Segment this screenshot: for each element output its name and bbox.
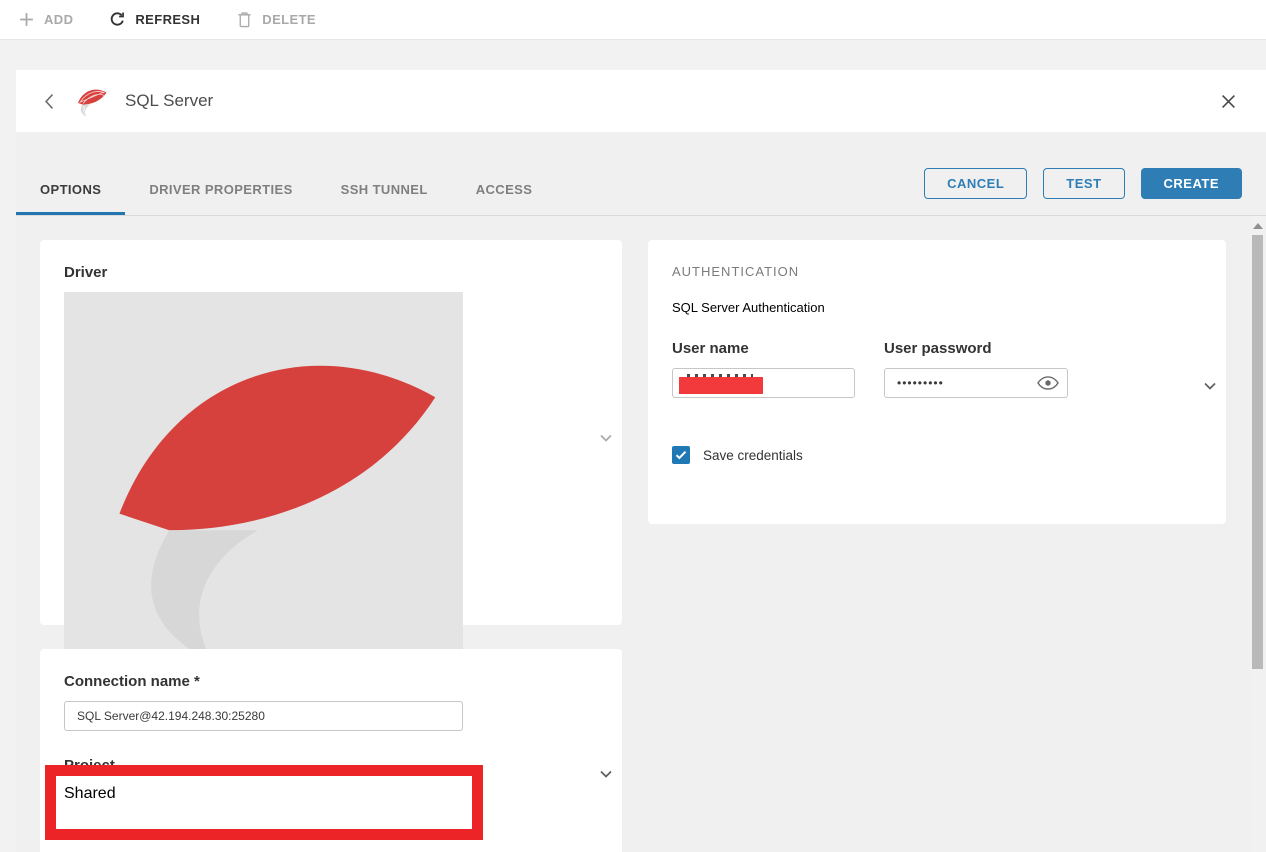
top-toolbar: ADD REFRESH DELETE: [0, 0, 1266, 40]
create-button[interactable]: CREATE: [1141, 168, 1242, 199]
chevron-down-icon: [600, 765, 612, 773]
save-credentials-label: Save credentials: [703, 448, 803, 463]
plus-icon: [18, 11, 35, 28]
page-title: SQL Server: [125, 91, 213, 111]
chevron-down-icon: [600, 429, 612, 437]
refresh-label: REFRESH: [135, 12, 200, 27]
eye-icon[interactable]: [1037, 376, 1059, 391]
user-name-redaction-block: [679, 377, 763, 394]
connection-name-label: Connection name *: [64, 673, 598, 690]
test-button[interactable]: TEST: [1043, 168, 1124, 199]
project-select-value: Shared: [64, 785, 116, 802]
refresh-button[interactable]: REFRESH: [109, 11, 200, 28]
scroll-up-arrow-icon[interactable]: [1253, 223, 1263, 229]
back-button[interactable]: [40, 89, 59, 114]
chevron-down-icon: [1204, 378, 1216, 386]
auth-method-select[interactable]: SQL Server Authentication: [672, 300, 1068, 315]
tab-access[interactable]: ACCESS: [452, 167, 557, 215]
add-button[interactable]: ADD: [18, 11, 73, 28]
close-icon: [1221, 94, 1236, 109]
connection-settings-card: Driver SQL Server: [40, 240, 622, 625]
tab-ssh-tunnel[interactable]: SSH TUNNEL: [317, 167, 452, 215]
tab-driver-properties[interactable]: DRIVER PROPERTIES: [125, 167, 316, 215]
tab-strip: OPTIONS DRIVER PROPERTIES SSH TUNNEL ACC…: [16, 132, 1266, 216]
cancel-button[interactable]: CANCEL: [924, 168, 1027, 199]
refresh-icon: [109, 11, 126, 28]
connection-dialog: SQL Server OPTIONS DRIVER PROPERTIES SSH…: [16, 70, 1266, 852]
authentication-heading: AUTHENTICATION: [672, 264, 1202, 279]
cloudbeaver-screen: ADD REFRESH DELETE: [0, 0, 1266, 852]
project-label: Project: [64, 757, 598, 774]
save-credentials-checkbox[interactable]: [672, 446, 690, 464]
sql-server-logo-icon: [73, 83, 109, 119]
save-credentials-row: Save credentials: [672, 446, 1202, 464]
add-label: ADD: [44, 12, 73, 27]
auth-method-value: SQL Server Authentication: [672, 300, 825, 315]
dialog-content: Driver SQL Server: [16, 216, 1266, 852]
authentication-card: AUTHENTICATION SQL Server Authentication…: [648, 240, 1226, 524]
trash-icon: [236, 11, 253, 28]
project-select[interactable]: Shared: [64, 785, 463, 803]
user-name-input[interactable]: [672, 368, 855, 398]
connection-name-input[interactable]: [64, 701, 463, 731]
user-name-label: User name: [672, 340, 855, 357]
tab-options[interactable]: OPTIONS: [16, 167, 125, 215]
dialog-actions: CANCEL TEST CREATE: [924, 168, 1242, 199]
close-button[interactable]: [1215, 88, 1242, 115]
vertical-scrollbar[interactable]: [1250, 216, 1266, 852]
driver-label: Driver: [64, 264, 598, 281]
chevron-left-icon: [44, 93, 55, 110]
delete-label: DELETE: [262, 12, 316, 27]
user-password-label: User password: [884, 340, 1068, 357]
delete-button[interactable]: DELETE: [236, 11, 316, 28]
connection-name-card: Connection name * Project Shared: [40, 649, 622, 852]
scrollbar-thumb[interactable]: [1252, 235, 1263, 669]
tabs: OPTIONS DRIVER PROPERTIES SSH TUNNEL ACC…: [16, 167, 556, 215]
dialog-header: SQL Server: [16, 70, 1266, 132]
